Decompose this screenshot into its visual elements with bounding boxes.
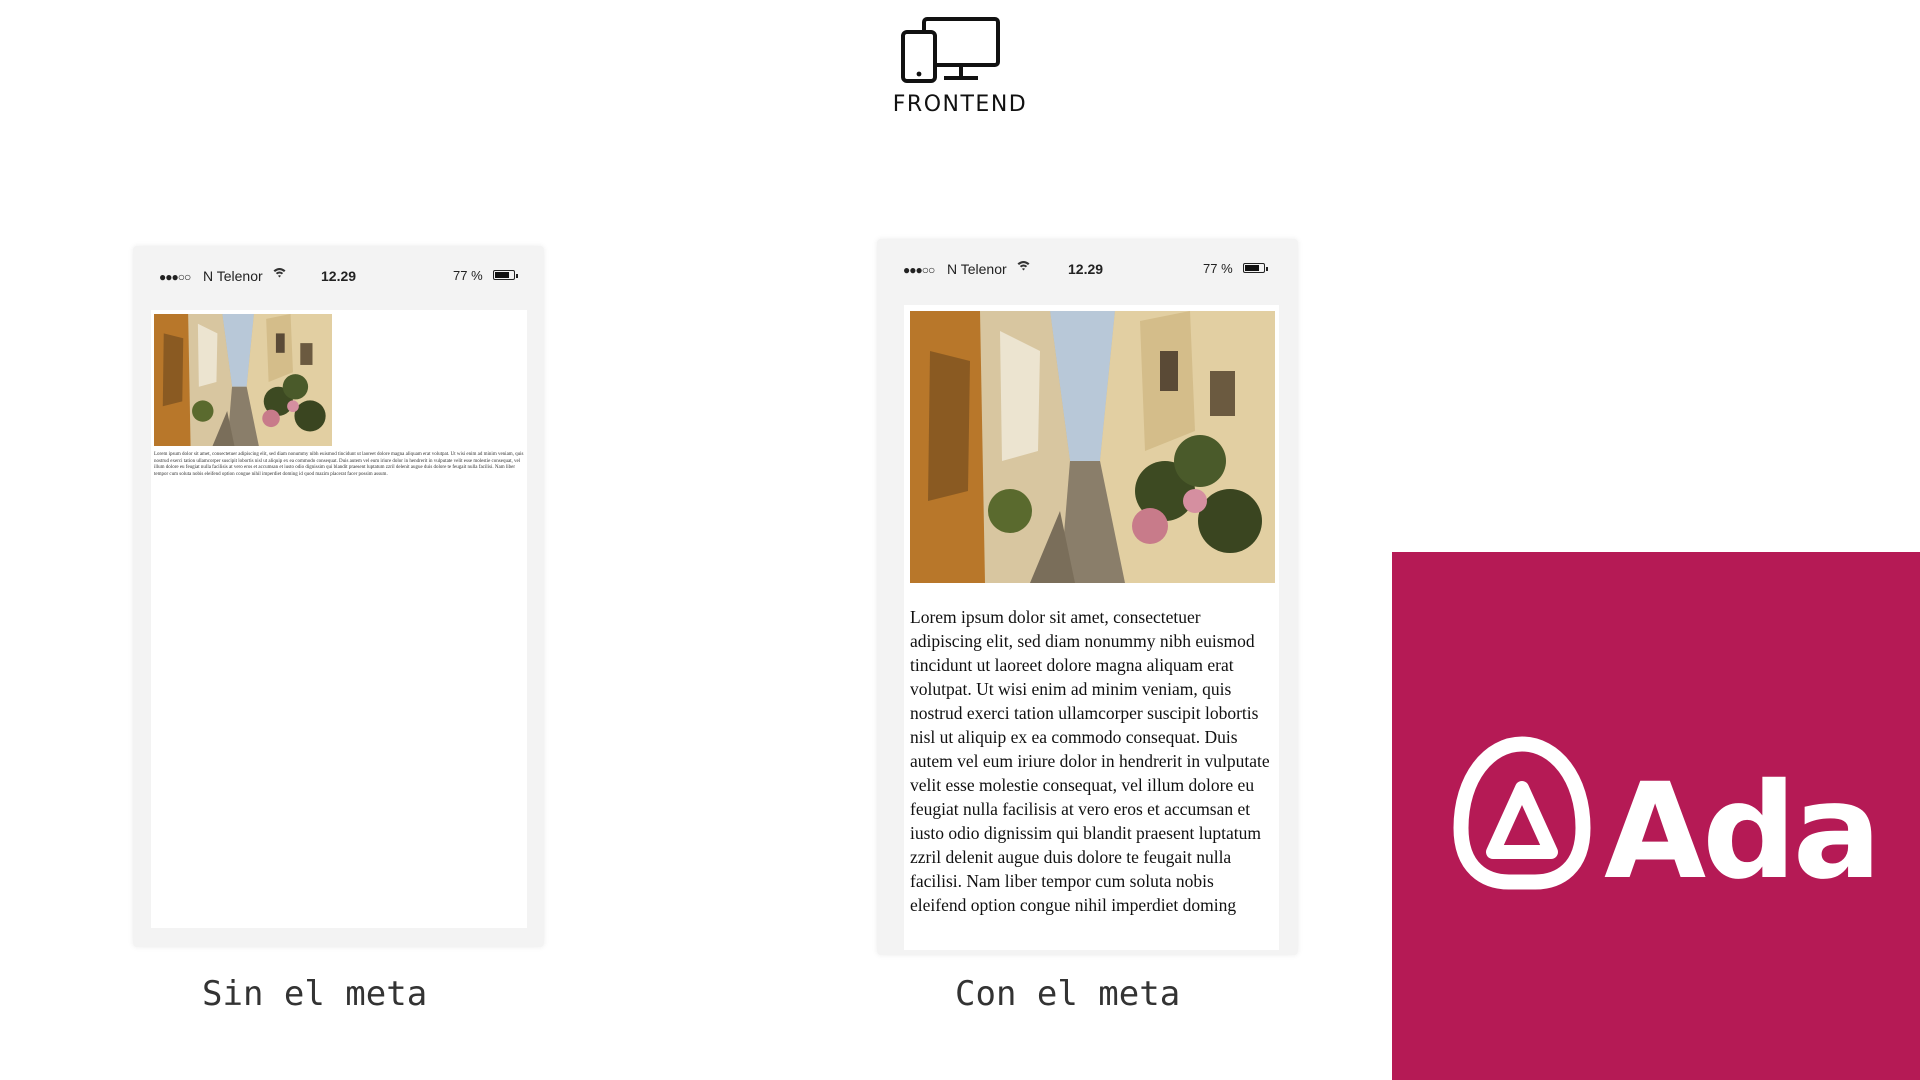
- devices-icon: [901, 17, 1000, 83]
- alley-photo: [910, 311, 1275, 583]
- battery-level: [495, 272, 509, 278]
- page-title: FRONTEND: [892, 92, 1028, 117]
- phone-screen: Lorem ipsum dolor sit amet, consectetuer…: [904, 305, 1279, 950]
- lorem-ipsum-text: Lorem ipsum dolor sit amet, consectetuer…: [910, 607, 1270, 915]
- battery-percentage: 77 %: [1203, 261, 1233, 276]
- caption-with-meta: Con el meta: [955, 974, 1181, 1014]
- signal-strength-icon: ●●●○○: [903, 263, 935, 277]
- wifi-icon: [273, 267, 286, 281]
- battery-icon: [1243, 263, 1268, 273]
- status-bar: ●●●○○ N Telenor 12.29 77 %: [133, 246, 544, 310]
- ada-logo-icon: [1453, 736, 1591, 890]
- status-bar: ●●●○○ N Telenor 12.29 77 %: [877, 239, 1298, 303]
- caption-without-meta: Sin el meta: [202, 974, 428, 1014]
- status-time: 12.29: [321, 268, 357, 284]
- carrier-name: N Telenor: [203, 268, 263, 284]
- slide: FRONTEND ●●●○○ N Telenor 12.29 77 % Lore…: [0, 0, 1920, 1080]
- ada-wordmark: Ada: [1604, 755, 1882, 909]
- ada-brand-panel: Ada: [1392, 552, 1920, 1080]
- wifi-icon: [1017, 260, 1030, 274]
- battery-level: [1245, 265, 1259, 271]
- lorem-ipsum-text: Lorem ipsum dolor sit amet, consectetuer…: [154, 452, 524, 477]
- battery-icon: [493, 270, 518, 280]
- battery-percentage: 77 %: [453, 268, 483, 283]
- phone-screen: Lorem ipsum dolor sit amet, consectetuer…: [151, 310, 527, 928]
- signal-strength-icon: ●●●○○: [159, 270, 191, 284]
- carrier-name: N Telenor: [947, 261, 1007, 277]
- alley-photo: [154, 314, 332, 446]
- phone-mockup-with-meta: ●●●○○ N Telenor 12.29 77 % Lorem ipsum d…: [877, 239, 1298, 955]
- phone-mockup-without-meta: ●●●○○ N Telenor 12.29 77 % Lorem ipsum d…: [133, 246, 544, 947]
- status-time: 12.29: [1068, 261, 1104, 277]
